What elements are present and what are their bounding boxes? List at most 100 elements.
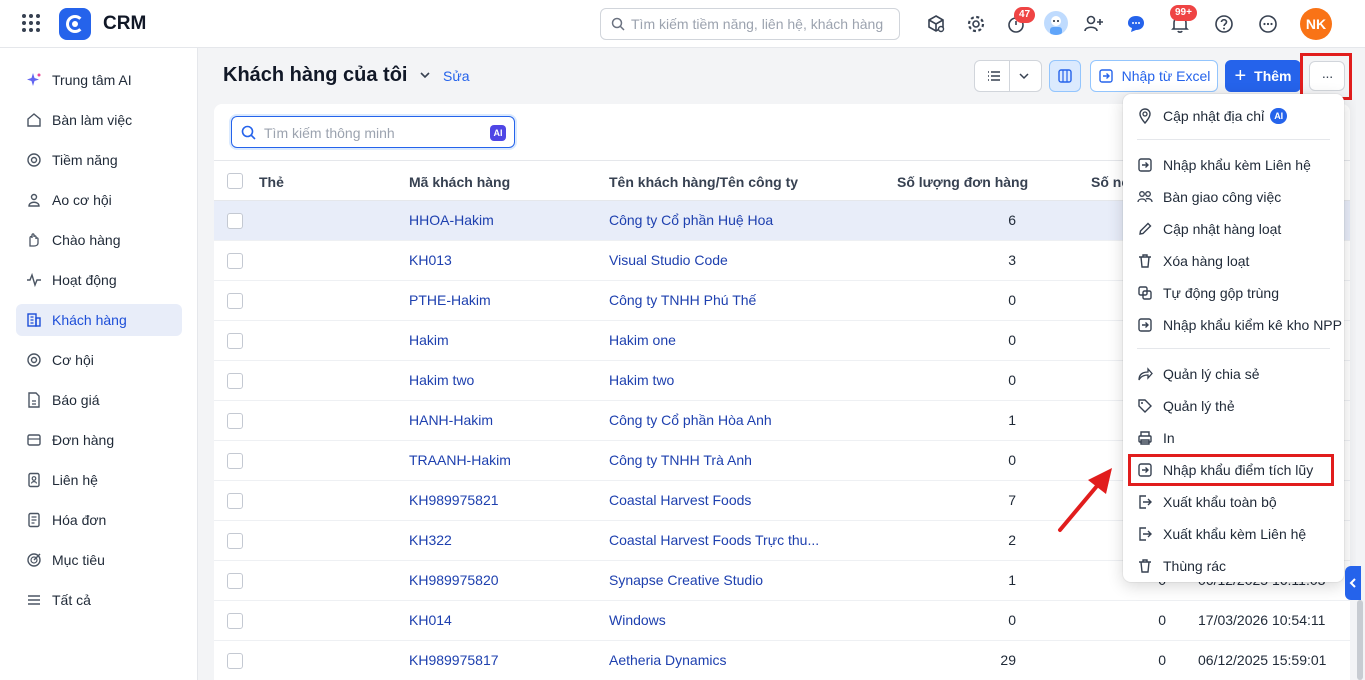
- customer-code-link[interactable]: HHOA-Hakim: [409, 212, 494, 228]
- crm-logo[interactable]: [59, 8, 91, 40]
- menu-item-bulk-update[interactable]: Cập nhật hàng loạt: [1137, 217, 1281, 241]
- sidebar-item-leads[interactable]: Tiềm năng: [16, 144, 182, 176]
- row-checkbox[interactable]: [227, 533, 243, 549]
- customer-name-link[interactable]: Synapse Creative Studio: [609, 572, 763, 588]
- customer-name-link[interactable]: Hakim two: [609, 372, 674, 388]
- customer-name-link[interactable]: Công ty TNHH Trà Anh: [609, 452, 752, 468]
- row-checkbox[interactable]: [227, 293, 243, 309]
- sidebar-item-contacts[interactable]: Liên hệ: [16, 464, 182, 496]
- customer-code-link[interactable]: KH013: [409, 252, 452, 268]
- customer-code-link[interactable]: Hakim: [409, 332, 449, 348]
- row-checkbox[interactable]: [227, 453, 243, 469]
- global-search[interactable]: [600, 8, 900, 40]
- notification-badge: 99+: [1170, 5, 1197, 21]
- menu-item-export-with-contacts[interactable]: Xuất khẩu kèm Liên hệ: [1137, 522, 1306, 546]
- order-count: 7: [1008, 492, 1016, 508]
- sidebar-item-goals[interactable]: Mục tiêu: [16, 544, 182, 576]
- global-search-input[interactable]: [631, 14, 891, 34]
- smart-search-input[interactable]: [264, 123, 484, 143]
- menu-item-auto-merge-duplicates[interactable]: Tự động gộp trùng: [1137, 281, 1279, 305]
- menu-item-bulk-delete[interactable]: Xóa hàng loạt: [1137, 249, 1249, 273]
- chevron-down-icon[interactable]: [418, 68, 432, 82]
- sidebar-item-invoices[interactable]: Hóa đơn: [16, 504, 182, 536]
- customer-code-link[interactable]: KH322: [409, 532, 452, 548]
- column-header-customer-name[interactable]: Tên khách hàng/Tên công ty: [609, 174, 798, 190]
- customer-name-link[interactable]: Công ty Cổ phần Huệ Hoa: [609, 212, 773, 228]
- menu-item-label: Bàn giao công việc: [1163, 189, 1282, 205]
- edit-view-link[interactable]: Sửa: [443, 68, 470, 84]
- menu-item-print[interactable]: In: [1137, 426, 1175, 450]
- customer-name-link[interactable]: Coastal Harvest Foods: [609, 492, 751, 508]
- sidebar-item-activities[interactable]: Hoạt động: [16, 264, 182, 296]
- app-launcher-icon[interactable]: [20, 12, 42, 34]
- row-checkbox[interactable]: [227, 253, 243, 269]
- sidebar-item-all[interactable]: Tất cả: [16, 584, 182, 616]
- sidebar-item-workspace[interactable]: Bàn làm việc: [16, 104, 182, 136]
- user-avatar[interactable]: NK: [1300, 8, 1332, 40]
- scrollbar-thumb[interactable]: [1357, 600, 1363, 680]
- row-checkbox[interactable]: [227, 493, 243, 509]
- collapse-panel-tab[interactable]: [1345, 566, 1361, 600]
- customer-name-link[interactable]: Visual Studio Code: [609, 252, 728, 268]
- menu-item-export-all[interactable]: Xuất khẩu toàn bộ: [1137, 490, 1277, 514]
- package-search-icon[interactable]: [924, 12, 948, 36]
- customer-name-link[interactable]: Công ty Cổ phần Hòa Anh: [609, 412, 772, 428]
- sidebar-item-quotes[interactable]: Báo giá: [16, 384, 182, 416]
- table-row[interactable]: KH989975817 Aetheria Dynamics 29 0 06/12/202…: [214, 641, 1350, 680]
- customer-name-link[interactable]: Windows: [609, 612, 666, 628]
- customer-code-link[interactable]: TRAANH-Hakim: [409, 452, 511, 468]
- menu-item-update-address[interactable]: Cập nhật địa chỉ AI: [1137, 104, 1288, 128]
- menu-item-import-with-contacts[interactable]: Nhập khẩu kèm Liên hệ: [1137, 153, 1311, 177]
- customer-name-link[interactable]: Công ty TNHH Phú Thế: [609, 292, 756, 308]
- chevron-down-icon[interactable]: [1018, 70, 1030, 82]
- chat-icon[interactable]: [1124, 12, 1148, 36]
- smart-search[interactable]: AI: [231, 116, 515, 148]
- column-header-tags[interactable]: Thẻ: [259, 174, 284, 190]
- customer-code-link[interactable]: KH989975820: [409, 572, 499, 588]
- row-checkbox[interactable]: [227, 213, 243, 229]
- sidebar-item-opportunities[interactable]: Cơ hội: [16, 344, 182, 376]
- invoice-icon: [28, 512, 40, 528]
- sidebar-item-offers[interactable]: Chào hàng: [16, 224, 182, 256]
- sidebar-item-orders[interactable]: Đơn hàng: [16, 424, 182, 456]
- customer-name-link[interactable]: Hakim one: [609, 332, 676, 348]
- menu-item-trash[interactable]: Thùng rác: [1137, 554, 1226, 578]
- customer-name-link[interactable]: Coastal Harvest Foods Trực thu...: [609, 532, 819, 548]
- assistant-avatar-icon[interactable]: [1044, 11, 1068, 35]
- row-checkbox[interactable]: [227, 573, 243, 589]
- sidebar-item-customers[interactable]: Khách hàng: [16, 304, 182, 336]
- customer-code-link[interactable]: KH014: [409, 612, 452, 628]
- row-checkbox[interactable]: [227, 613, 243, 629]
- add-user-icon[interactable]: [1082, 12, 1106, 36]
- select-all-checkbox[interactable]: [227, 173, 243, 189]
- settings-gear-icon[interactable]: [964, 12, 988, 36]
- row-checkbox[interactable]: [227, 413, 243, 429]
- import-excel-button[interactable]: Nhập từ Excel: [1090, 60, 1218, 92]
- kanban-view-button[interactable]: [1049, 60, 1081, 92]
- menu-item-import-distributor-inventory[interactable]: Nhập khẩu kiểm kê kho NPP: [1137, 313, 1342, 337]
- customer-code-link[interactable]: HANH-Hakim: [409, 412, 493, 428]
- help-icon[interactable]: [1212, 12, 1236, 36]
- list-view-icon[interactable]: [987, 69, 1001, 83]
- more-apps-icon[interactable]: [1256, 12, 1280, 36]
- row-checkbox[interactable]: [227, 373, 243, 389]
- menu-item-label: Xóa hàng loạt: [1163, 253, 1250, 269]
- customer-code-link[interactable]: PTHE-Hakim: [409, 292, 491, 308]
- customer-code-link[interactable]: KH989975821: [409, 492, 499, 508]
- column-header-customer-code[interactable]: Mã khách hàng: [409, 174, 510, 190]
- add-customer-button[interactable]: + Thêm: [1225, 60, 1301, 92]
- menu-item-work-handover[interactable]: Bàn giao công việc: [1137, 185, 1281, 209]
- customer-name-link[interactable]: Aetheria Dynamics: [609, 652, 727, 668]
- customer-code-link[interactable]: KH989975817: [409, 652, 499, 668]
- column-header-order-count[interactable]: Số lượng đơn hàng: [897, 174, 1028, 190]
- menu-item-share-management[interactable]: Quản lý chia sẻ: [1137, 362, 1260, 386]
- sidebar-item-ai-center[interactable]: Trung tâm AI: [16, 64, 182, 96]
- row-checkbox[interactable]: [227, 333, 243, 349]
- menu-divider: [1137, 139, 1330, 140]
- row-checkbox[interactable]: [227, 653, 243, 669]
- table-row[interactable]: KH014 Windows 0 0 17/03/2026 10:54:11: [214, 601, 1350, 641]
- customer-code-link[interactable]: Hakim two: [409, 372, 474, 388]
- menu-item-tag-management[interactable]: Quản lý thẻ: [1137, 394, 1235, 418]
- sidebar-item-opportunity-pool[interactable]: Ao cơ hội: [16, 184, 182, 216]
- view-mode-switcher[interactable]: [974, 60, 1042, 92]
